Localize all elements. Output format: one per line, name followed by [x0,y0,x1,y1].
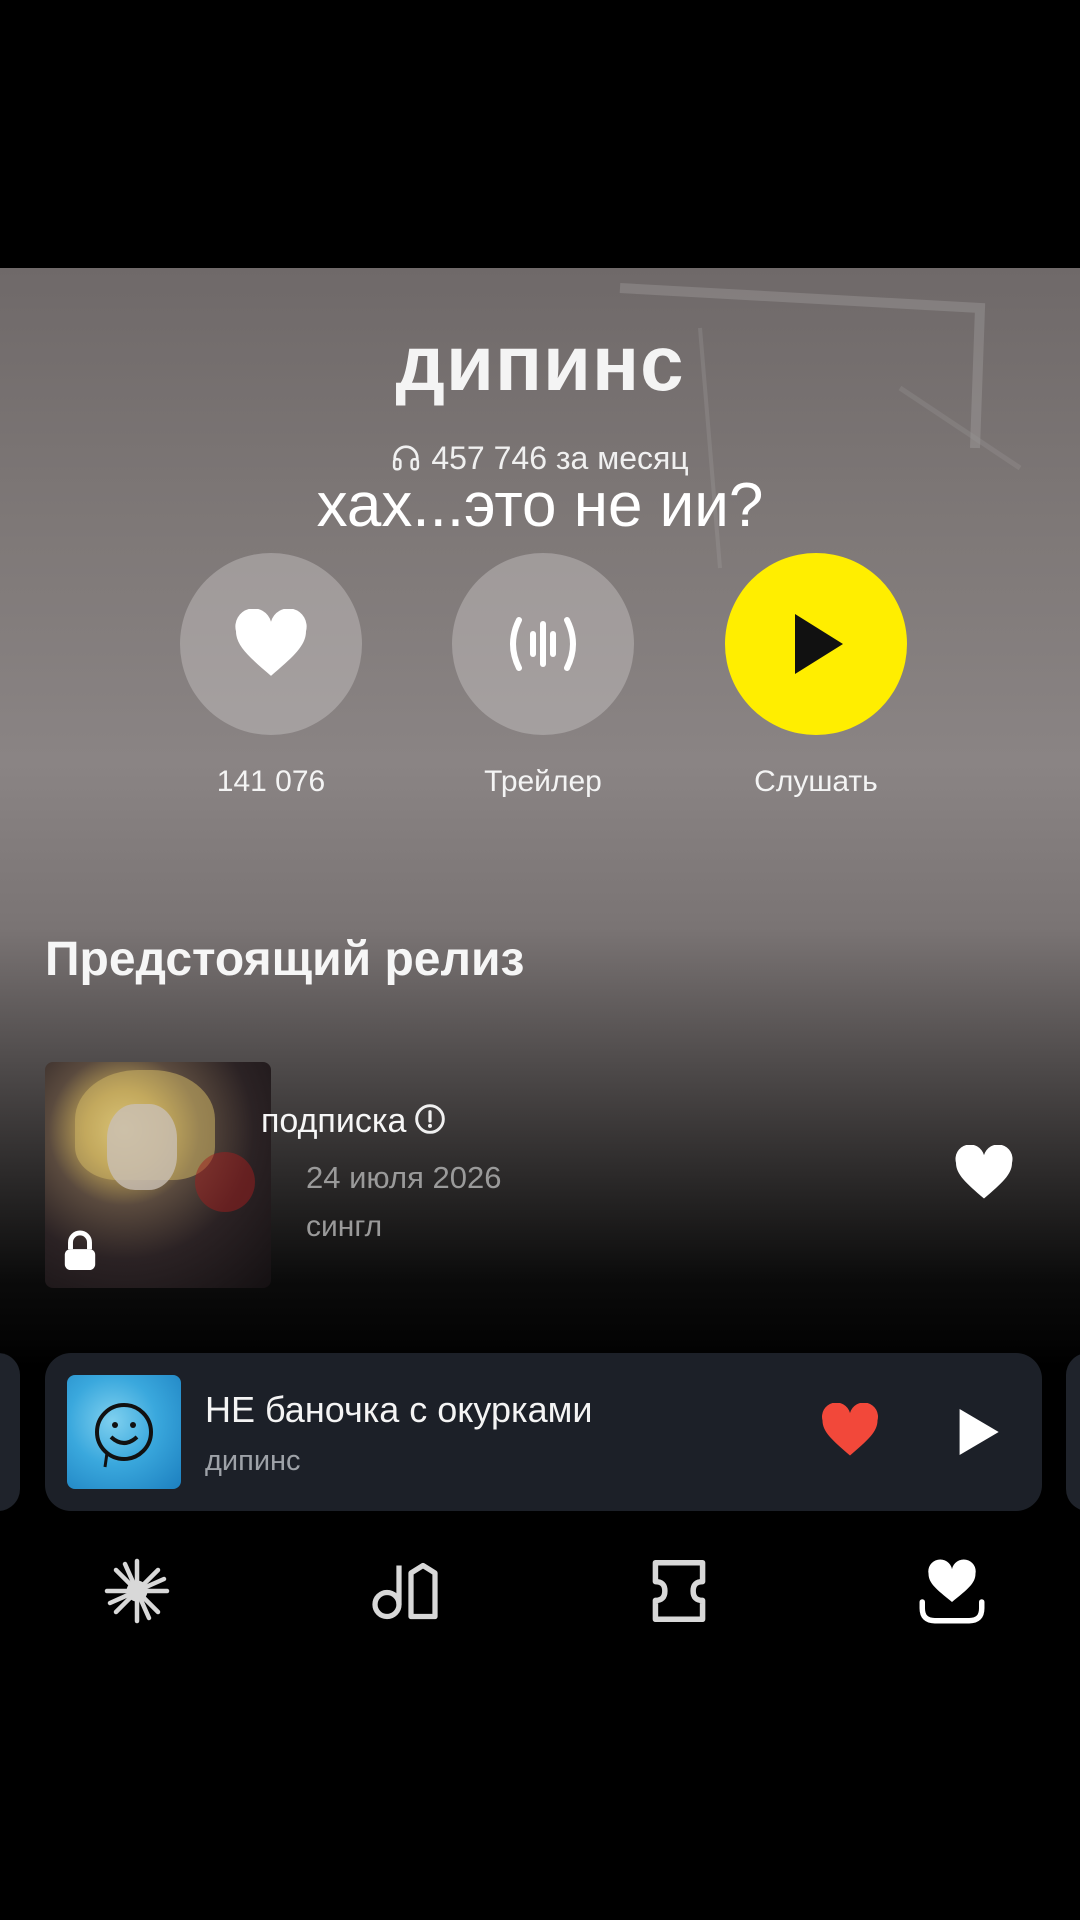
release-date: 24 июля 2026 [306,1160,502,1195]
like-button[interactable] [180,553,362,735]
bottom-navigation [0,1511,1080,1671]
release-type: сингл [306,1210,383,1243]
mini-play-icon[interactable] [955,1406,1001,1458]
lock-icon [64,1230,96,1270]
trailer-waveform-icon [510,617,576,671]
nav-item-music[interactable] [363,1551,453,1631]
info-alert-icon[interactable] [414,1103,446,1135]
play-button[interactable] [725,553,907,735]
upcoming-release-card[interactable] [45,1062,1045,1288]
cover-art-accent [195,1152,255,1212]
mini-player[interactable]: НЕ баночка с окурками дипинс [45,1353,1042,1511]
release-cover[interactable] [45,1062,271,1288]
release-title: подписка [261,1102,407,1140]
listen-label: Слушать [754,765,878,798]
section-title-upcoming: Предстоящий релиз [45,933,525,986]
now-playing-artist: дипинс [205,1445,301,1477]
smiley-icon [95,1403,153,1468]
trailer-button[interactable] [452,553,634,735]
ticket-icon [652,1559,706,1623]
music-library-icon [372,1562,438,1620]
cover-art-face [107,1104,177,1190]
collection-heart-icon [919,1559,985,1624]
listen-action[interactable]: Слушать [725,553,907,799]
like-count: 141 076 [216,765,326,798]
trailer-action[interactable]: Трейлер [452,553,634,799]
previous-track-peek[interactable] [0,1353,20,1511]
now-playing-title: НЕ баночка с окурками [205,1389,593,1430]
trailer-label: Трейлер [484,765,602,798]
wave-icon [104,1558,170,1624]
release-like-heart-icon[interactable] [953,1145,1015,1201]
nav-item-tickets[interactable] [634,1551,724,1631]
nav-item-collection[interactable] [907,1551,997,1631]
release-title-row[interactable]: подписка [261,1102,446,1141]
status-area [0,0,1080,268]
nav-item-wave[interactable] [92,1551,182,1631]
video-caption: хах...это не ии? [316,471,764,540]
now-playing-cover[interactable] [67,1375,181,1489]
headphones-icon [393,445,420,471]
play-icon [795,614,843,674]
artist-name: дипинс [395,319,685,407]
heart-icon [235,609,307,676]
next-track-peek[interactable] [1066,1353,1080,1511]
liked-heart-icon[interactable] [820,1403,880,1458]
like-artist-action[interactable]: 141 076 [180,553,362,799]
